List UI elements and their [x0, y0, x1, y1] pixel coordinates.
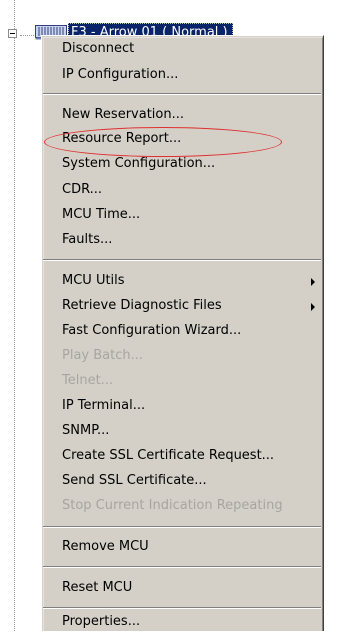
menu-item-ip-configuration[interactable]: IP Configuration...	[62, 64, 309, 86]
menu-item-telnet: Telnet...	[62, 373, 114, 388]
context-menu: Disconnect IP Configuration... New Reser…	[41, 35, 324, 631]
menu-item-fast-configuration-wizard[interactable]: Fast Configuration Wizard...	[62, 320, 309, 342]
menu-item-remove-mcu[interactable]: Remove MCU	[62, 536, 309, 558]
menu-separator	[43, 259, 321, 261]
menu-item-label: Retrieve Diagnostic Files	[62, 298, 222, 313]
menu-item-resource-report[interactable]: Resource Report...	[62, 128, 309, 150]
minus-box-icon[interactable]	[8, 29, 17, 38]
tree-connector-stub	[20, 35, 34, 36]
menu-separator	[43, 93, 321, 95]
tree-connector-line	[14, 0, 15, 631]
menu-item-label: MCU Utils	[62, 273, 125, 288]
menu-separator	[43, 566, 321, 568]
submenu-arrow-icon	[311, 278, 315, 286]
menu-item-snmp[interactable]: SNMP...	[62, 420, 309, 442]
menu-item-reset-mcu[interactable]: Reset MCU	[62, 577, 309, 599]
menu-item-faults[interactable]: Faults...	[62, 229, 309, 251]
menu-item-stop-current-indication-repeating: Stop Current Indication Repeating	[62, 498, 283, 513]
menu-item-system-configuration[interactable]: System Configuration...	[62, 153, 309, 175]
menu-item-disconnect[interactable]: Disconnect	[62, 38, 309, 60]
menu-separator	[43, 607, 321, 609]
menu-item-retrieve-diagnostic-files[interactable]: Retrieve Diagnostic Files	[62, 295, 315, 317]
menu-item-send-ssl-certificate[interactable]: Send SSL Certificate...	[62, 470, 309, 492]
menu-separator	[43, 526, 321, 528]
submenu-arrow-icon	[311, 303, 315, 311]
menu-item-cdr[interactable]: CDR...	[62, 179, 309, 201]
menu-item-play-batch: Play Batch...	[62, 348, 144, 363]
menu-item-properties[interactable]: Properties...	[62, 611, 309, 633]
menu-item-ip-terminal[interactable]: IP Terminal...	[62, 395, 309, 417]
menu-item-mcu-time[interactable]: MCU Time...	[62, 204, 309, 226]
menu-item-create-ssl-certificate-request[interactable]: Create SSL Certificate Request...	[62, 445, 309, 467]
menu-item-mcu-utils[interactable]: MCU Utils	[62, 270, 315, 292]
menu-item-new-reservation[interactable]: New Reservation...	[62, 104, 309, 126]
